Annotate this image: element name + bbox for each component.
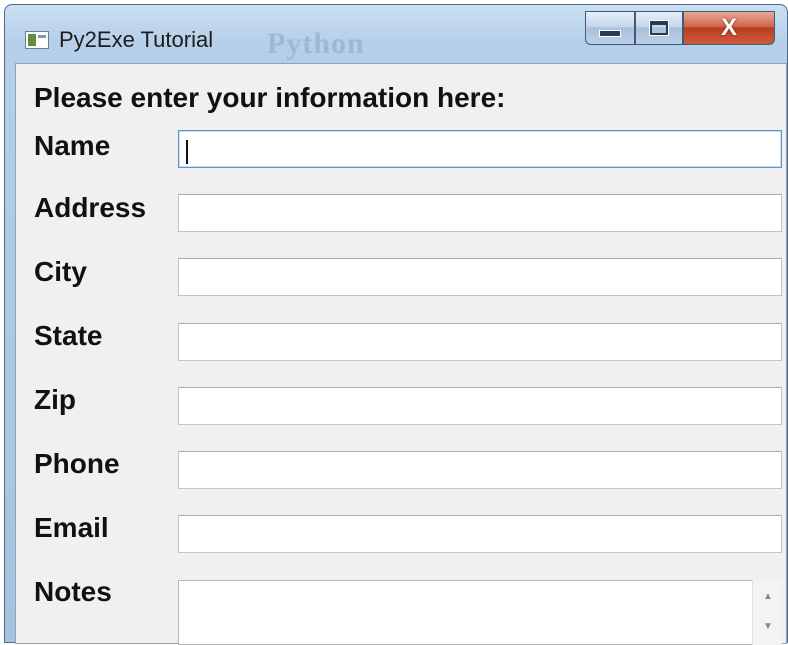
- application-window: Python Py2Exe Tutorial X Please enter yo…: [4, 4, 788, 645]
- scroll-down-icon[interactable]: ▼: [753, 616, 783, 638]
- minimize-icon: [599, 29, 621, 37]
- form-panel: Please enter your information here: Name…: [15, 63, 787, 645]
- scroll-up-icon[interactable]: ▲: [753, 586, 783, 608]
- state-label: State: [34, 320, 103, 351]
- caption-buttons: X: [585, 11, 775, 45]
- address-input[interactable]: [178, 194, 782, 232]
- close-icon: X: [720, 14, 737, 41]
- city-label: City: [34, 256, 87, 287]
- city-input[interactable]: [178, 258, 782, 296]
- state-input[interactable]: [178, 323, 782, 361]
- text-caret: [186, 140, 188, 164]
- close-button[interactable]: X: [683, 11, 775, 45]
- address-label: Address: [34, 192, 147, 223]
- maximize-button[interactable]: [635, 11, 683, 45]
- zip-label: Zip: [34, 384, 76, 415]
- email-input[interactable]: [178, 515, 782, 553]
- phone-label: Phone: [34, 448, 120, 479]
- form-heading: Please enter your information here:: [34, 82, 506, 113]
- scrollbar-track[interactable]: ▲ ▼: [752, 580, 782, 645]
- minimize-button[interactable]: [585, 11, 635, 45]
- email-label: Email: [34, 512, 109, 543]
- name-input[interactable]: [178, 130, 782, 168]
- title-bar-watermark: Python: [267, 27, 365, 60]
- phone-input[interactable]: [178, 451, 782, 489]
- name-label: Name: [34, 130, 111, 161]
- maximize-icon: [650, 21, 668, 35]
- window-title: Py2Exe Tutorial: [59, 27, 214, 52]
- app-window-icon[interactable]: [25, 31, 49, 49]
- title-bar[interactable]: Python Py2Exe Tutorial X: [5, 5, 787, 63]
- notes-label: Notes: [34, 576, 112, 607]
- notes-scrollbar[interactable]: ▲ ▼: [752, 580, 782, 645]
- notes-textarea[interactable]: [178, 580, 782, 645]
- zip-input[interactable]: [178, 387, 782, 425]
